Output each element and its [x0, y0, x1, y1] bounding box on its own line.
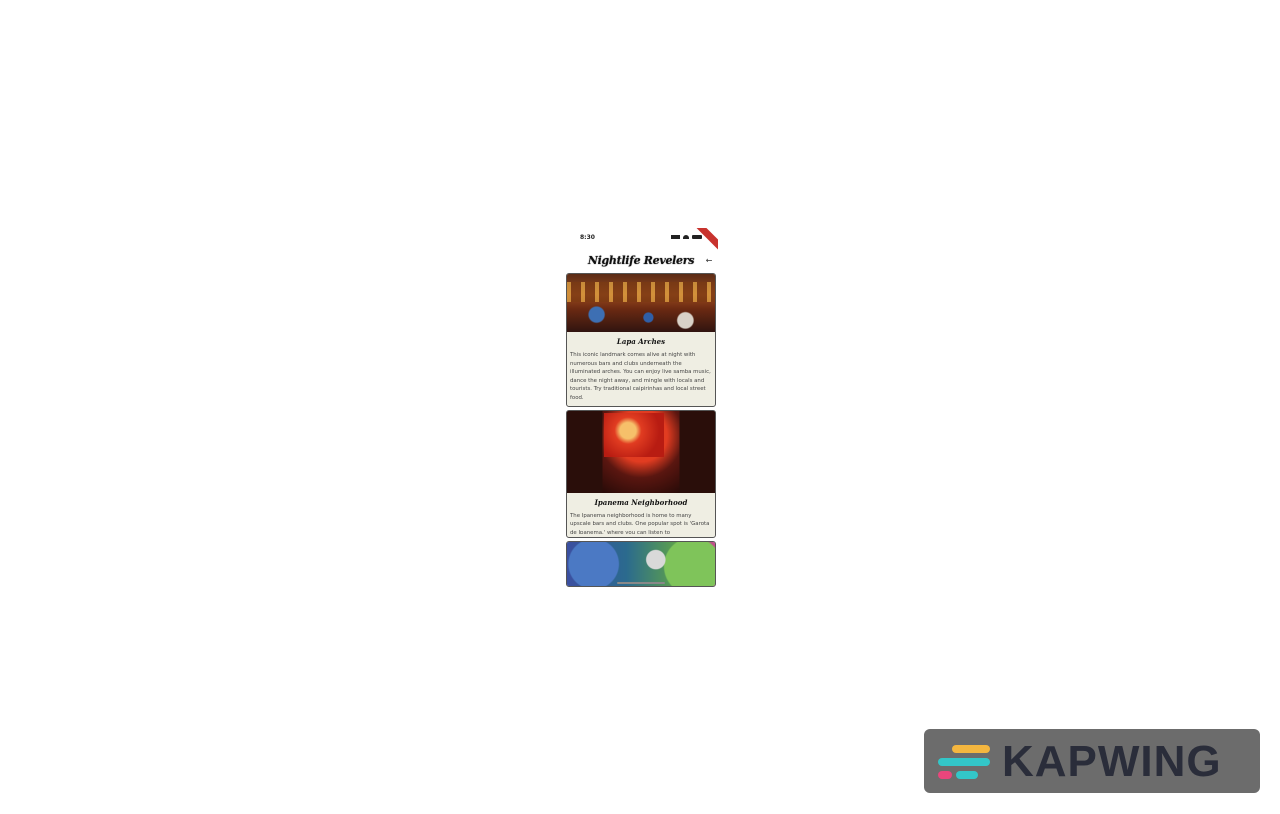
attractions-list[interactable]: Lapa Arches This iconic landmark comes a… [566, 273, 716, 590]
phone-screen: 8:30 Nightlife Revelers ← Lapa Arches Th… [564, 228, 718, 590]
kapwing-logo-icon [938, 743, 994, 781]
lapa-arches-photo [567, 274, 715, 332]
card-description: The Ipanema neighborhood is home to many… [570, 512, 710, 534]
signal-icon [671, 235, 680, 239]
attraction-card-lapa[interactable]: Lapa Arches This iconic landmark comes a… [566, 273, 716, 407]
card-description: This iconic landmark comes alive at nigh… [570, 352, 711, 401]
status-bar: 8:30 [564, 228, 718, 252]
wifi-icon [683, 235, 689, 239]
home-indicator [617, 582, 665, 584]
debug-banner [696, 228, 718, 252]
status-icons [671, 235, 702, 239]
carnival-photo [567, 541, 715, 586]
card-title: Ipanema Neighborhood [594, 497, 688, 507]
app-header: Nightlife Revelers ← [564, 252, 718, 272]
attraction-card-ipanema[interactable]: Ipanema Neighborhood The Ipanema neighbo… [566, 409, 716, 538]
status-time: 8:30 [580, 234, 595, 241]
back-arrow-icon[interactable]: ← [704, 256, 714, 266]
card-body: Lapa Arches This iconic landmark comes a… [567, 332, 715, 406]
kapwing-wordmark: KAPWING [1002, 737, 1222, 786]
attraction-card-next[interactable] [566, 540, 716, 587]
ipanema-photo [567, 410, 715, 493]
battery-icon [692, 235, 702, 239]
card-body: Ipanema Neighborhood The Ipanema neighbo… [567, 493, 715, 537]
page-title: Nightlife Revelers [587, 254, 695, 267]
card-title: Lapa Arches [616, 337, 666, 346]
kapwing-watermark: KAPWING [924, 729, 1260, 793]
